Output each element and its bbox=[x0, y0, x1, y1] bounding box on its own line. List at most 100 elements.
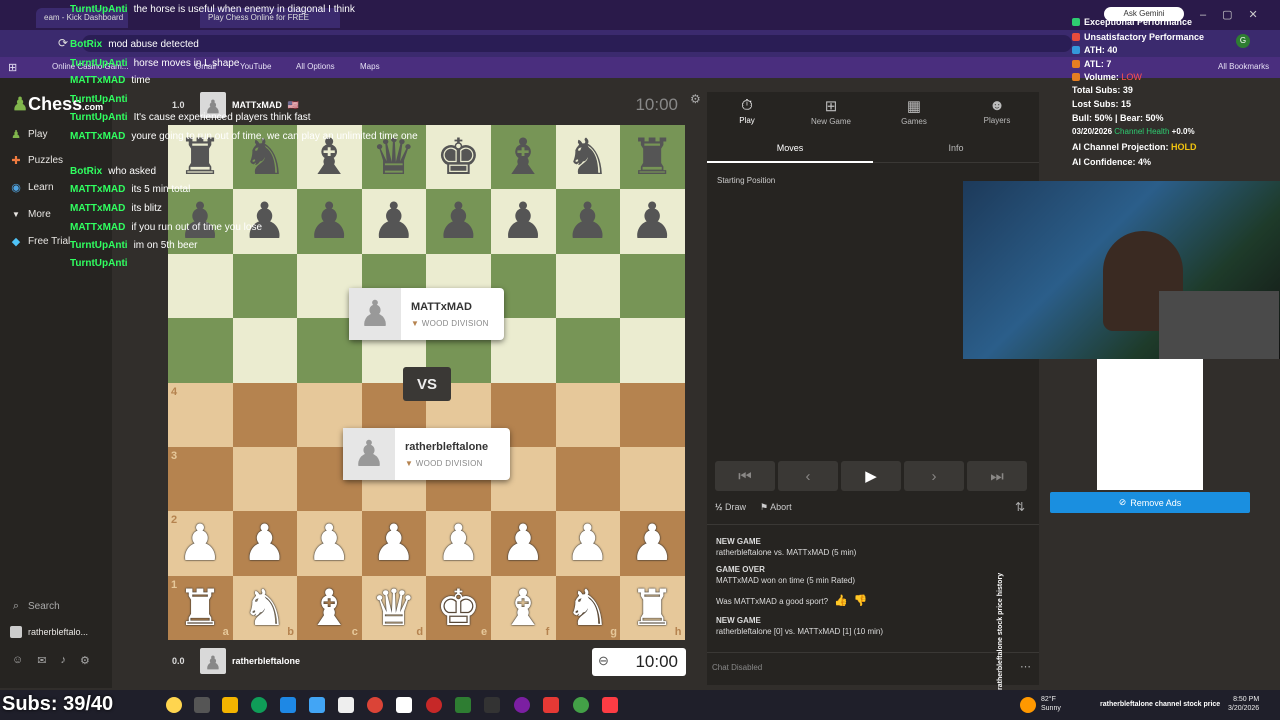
discord-icon[interactable] bbox=[514, 697, 530, 713]
board-square[interactable] bbox=[555, 382, 621, 447]
document-icon[interactable] bbox=[396, 697, 412, 713]
play-button[interactable]: ▶ bbox=[841, 461, 901, 491]
remove-ads-button[interactable]: ⊘ Remove Ads bbox=[1050, 492, 1250, 513]
last-move-button[interactable]: ⏭ bbox=[967, 461, 1027, 491]
chat-username[interactable]: TurntUpAnti bbox=[70, 58, 128, 69]
board-square[interactable] bbox=[232, 382, 298, 447]
taskbar-app-icon[interactable] bbox=[166, 697, 182, 713]
chat-username[interactable]: TurntUpAnti bbox=[70, 240, 128, 251]
clock[interactable]: 8:50 PM 3/20/2026 bbox=[1228, 695, 1259, 713]
tab-new-game[interactable]: ⊞ New Game bbox=[801, 97, 861, 126]
next-move-button[interactable]: › bbox=[904, 461, 964, 491]
white-pawn-icon[interactable]: ♟ bbox=[362, 511, 426, 575]
thumbs-down-icon[interactable]: 👎 bbox=[854, 596, 868, 607]
board-square[interactable] bbox=[555, 447, 621, 512]
board-square[interactable] bbox=[620, 253, 685, 319]
chat-username[interactable]: MATTxMAD bbox=[70, 75, 125, 86]
board-square[interactable] bbox=[168, 382, 233, 447]
chat-username[interactable]: MATTxMAD bbox=[70, 131, 125, 142]
stat-text: Volume: bbox=[1084, 72, 1119, 82]
avatar[interactable]: ♟ bbox=[200, 648, 226, 674]
white-pawn-icon[interactable]: ♟ bbox=[168, 511, 232, 575]
black-pawn-icon[interactable]: ♟ bbox=[620, 189, 684, 253]
app-icon[interactable] bbox=[309, 697, 325, 713]
white-pawn-icon[interactable]: ♟ bbox=[426, 511, 490, 575]
weather-icon[interactable] bbox=[1020, 697, 1036, 713]
stat-value: HOLD bbox=[1171, 142, 1197, 152]
black-rook-icon[interactable]: ♜ bbox=[620, 125, 684, 189]
friends-icon[interactable]: ☺ bbox=[12, 654, 23, 667]
task-view-icon[interactable] bbox=[194, 697, 210, 713]
mail-icon[interactable]: ✉ bbox=[37, 654, 46, 667]
stat-value: LOW bbox=[1121, 72, 1142, 82]
abort-button[interactable]: ⚑ Abort bbox=[760, 502, 792, 513]
gear-icon[interactable]: ⚙ bbox=[80, 654, 90, 667]
division-label: WOOD DIVISION bbox=[415, 458, 483, 468]
board-square[interactable] bbox=[620, 447, 685, 512]
board-square[interactable] bbox=[232, 318, 298, 383]
black-pawn-icon[interactable]: ♟ bbox=[556, 189, 620, 253]
store-icon[interactable] bbox=[280, 697, 296, 713]
white-pawn-icon[interactable]: ♟ bbox=[297, 511, 361, 575]
white-pawn-icon[interactable]: ♟ bbox=[233, 511, 297, 575]
chat-username[interactable]: BotRix bbox=[70, 39, 102, 50]
map-pin-icon[interactable] bbox=[543, 697, 559, 713]
more-icon[interactable]: ⋯ bbox=[1020, 660, 1031, 673]
prev-move-button[interactable]: ‹ bbox=[778, 461, 838, 491]
music-icon[interactable] bbox=[602, 697, 618, 713]
subtab-moves[interactable]: Moves bbox=[707, 137, 873, 163]
board-square[interactable] bbox=[555, 318, 621, 383]
chat-username[interactable]: TurntUpAnti bbox=[70, 94, 128, 105]
obs-icon[interactable] bbox=[484, 697, 500, 713]
edge-icon[interactable] bbox=[251, 697, 267, 713]
flip-board-icon[interactable]: ⇅ bbox=[1015, 500, 1025, 514]
chat-username[interactable]: TurntUpAnti bbox=[70, 112, 128, 123]
chat-username[interactable]: BotRix bbox=[70, 166, 102, 177]
half-icon: ½ bbox=[715, 502, 723, 512]
trophy-icon: ▼ bbox=[411, 318, 420, 328]
board-square[interactable] bbox=[168, 447, 233, 512]
record-icon[interactable] bbox=[426, 697, 442, 713]
chat-username[interactable]: MATTxMAD bbox=[70, 184, 125, 195]
board-square[interactable] bbox=[620, 318, 685, 383]
xbox-icon[interactable] bbox=[455, 697, 471, 713]
chrome-active-icon[interactable] bbox=[573, 697, 589, 713]
first-move-button[interactable]: ⏮ bbox=[715, 461, 775, 491]
black-bishop-icon[interactable]: ♝ bbox=[491, 125, 555, 189]
draw-button[interactable]: ½ Draw bbox=[715, 502, 746, 513]
chrome-icon[interactable] bbox=[367, 697, 383, 713]
chat-username[interactable]: MATTxMAD bbox=[70, 222, 125, 233]
sidebar-search[interactable]: ⌕ Search bbox=[10, 600, 60, 612]
tab-games[interactable]: ▦ Games bbox=[884, 97, 944, 126]
white-pawn-icon[interactable]: ♟ bbox=[556, 511, 620, 575]
subtab-info[interactable]: Info bbox=[873, 137, 1039, 163]
chat-username[interactable]: TurntUpAnti bbox=[70, 258, 128, 269]
clock-time: 8:50 PM bbox=[1233, 696, 1260, 703]
file-icon[interactable] bbox=[338, 697, 354, 713]
black-pawn-icon[interactable]: ♟ bbox=[426, 189, 490, 253]
folder-icon[interactable] bbox=[222, 697, 238, 713]
tab-play[interactable]: ⏱ Play bbox=[717, 97, 777, 125]
board-square[interactable] bbox=[168, 318, 233, 383]
board-square[interactable] bbox=[620, 382, 685, 447]
chat-username[interactable]: MATTxMAD bbox=[70, 203, 125, 214]
gear-icon[interactable]: ⚙ bbox=[690, 92, 701, 106]
white-pawn-icon[interactable]: ♟ bbox=[491, 511, 555, 575]
tab-players[interactable]: ☻ Players bbox=[967, 97, 1027, 125]
black-pawn-icon[interactable]: ♟ bbox=[491, 189, 555, 253]
board-square[interactable] bbox=[555, 253, 621, 319]
black-king-icon[interactable]: ♚ bbox=[426, 125, 490, 189]
bell-icon[interactable]: ♪ bbox=[60, 654, 66, 667]
sidebar-user[interactable]: ratherbleftalo... bbox=[10, 626, 88, 638]
board-square[interactable] bbox=[232, 447, 298, 512]
chat-disabled: Chat Disabled bbox=[712, 663, 763, 672]
black-knight-icon[interactable]: ♞ bbox=[556, 125, 620, 189]
players-icon: ☻ bbox=[989, 97, 1005, 114]
bottom-player-name[interactable]: ratherbleftalone bbox=[232, 656, 300, 666]
chat-username[interactable]: TurntUpAnti bbox=[70, 4, 128, 15]
weather[interactable]: 82°F Sunny bbox=[1041, 695, 1061, 713]
white-pawn-icon[interactable]: ♟ bbox=[620, 511, 684, 575]
rank-label: 1 bbox=[171, 578, 178, 591]
thumbs-up-icon[interactable]: 👍 bbox=[834, 596, 848, 607]
chat-message: BotRix who asked bbox=[70, 166, 156, 177]
